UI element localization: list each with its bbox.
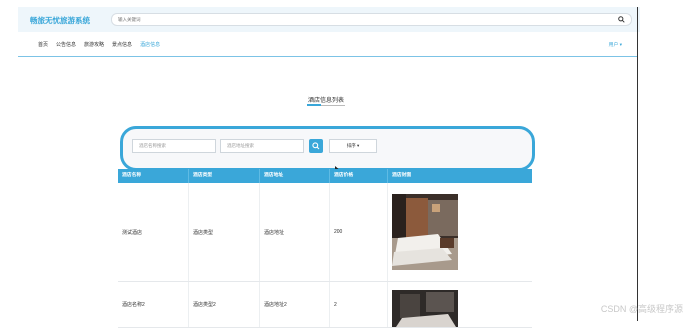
hotel-address-search-field[interactable]: 酒店地址搜索 [220,139,304,153]
nav-item-announcements[interactable]: 公告信息 [56,41,76,48]
sort-dropdown[interactable]: 排序 ▾ [329,139,377,153]
hotel-name-search-field[interactable]: 酒店名称搜索 [132,139,216,153]
table-row[interactable]: 酒店名称2 酒店类型2 酒店地址2 2 [118,282,532,328]
hotel-type-cell: 酒店类型 [189,183,260,281]
hotel-address-cell: 酒店地址 [260,183,330,281]
nav-divider [18,56,638,57]
column-header-type: 酒店类型 [189,169,260,183]
title-underline-accent [307,104,321,106]
hotel-address-cell: 酒店地址2 [260,282,330,327]
nav-item-travel-guides[interactable]: 旅游攻略 [84,41,104,48]
hotel-cover-cell [388,183,532,281]
search-icon [312,142,320,150]
search-button[interactable] [309,139,323,153]
nav-item-home[interactable]: 首页 [38,41,48,48]
page-scrollbar[interactable] [637,7,638,321]
hotel-table: 酒店名称 酒店类型 酒店地址 酒店价格 酒店封面 测试酒店 酒店类型 酒店地址 … [118,169,532,328]
page-title: 酒店信息列表 [307,98,344,104]
hotel-price-cell: 2 [330,282,388,327]
hotel-cover-cell [388,282,532,327]
column-header-name: 酒店名称 [118,169,189,183]
table-row[interactable]: 测试酒店 酒店类型 酒店地址 200 [118,183,532,282]
nav-item-attractions[interactable]: 景点信息 [112,41,132,48]
table-header: 酒店名称 酒店类型 酒店地址 酒店价格 酒店封面 [118,169,532,183]
watermark-text: CSDN @高级程序源 [600,304,683,314]
filter-panel: 酒店名称搜索 酒店地址搜索 排序 ▾ [120,126,535,171]
hotel-room-photo[interactable] [392,290,458,327]
search-input[interactable] [118,15,598,24]
user-menu[interactable]: 用户 ▾ [609,41,622,48]
column-header-cover: 酒店封面 [392,173,412,178]
hotel-type-cell: 酒店类型2 [189,282,260,327]
global-search [111,13,632,26]
column-header-price: 酒店价格 [330,169,388,183]
hotel-price-cell: 200 [330,183,388,281]
search-icon[interactable] [618,16,625,23]
hotel-name-cell[interactable]: 测试酒店 [118,183,189,281]
main-nav: 首页 公告信息 旅游攻略 景点信息 酒店信息 用户 ▾ [18,32,638,56]
top-header: 畅旅无忧旅游系统 [18,7,640,32]
column-header-address: 酒店地址 [260,169,330,183]
site-title[interactable]: 畅旅无忧旅游系统 [30,15,90,26]
nav-item-hotels[interactable]: 酒店信息 [140,41,160,48]
hotel-room-photo[interactable] [392,194,458,270]
hotel-name-cell[interactable]: 酒店名称2 [118,282,189,327]
nav-items: 首页 公告信息 旅游攻略 景点信息 酒店信息 [38,41,168,48]
